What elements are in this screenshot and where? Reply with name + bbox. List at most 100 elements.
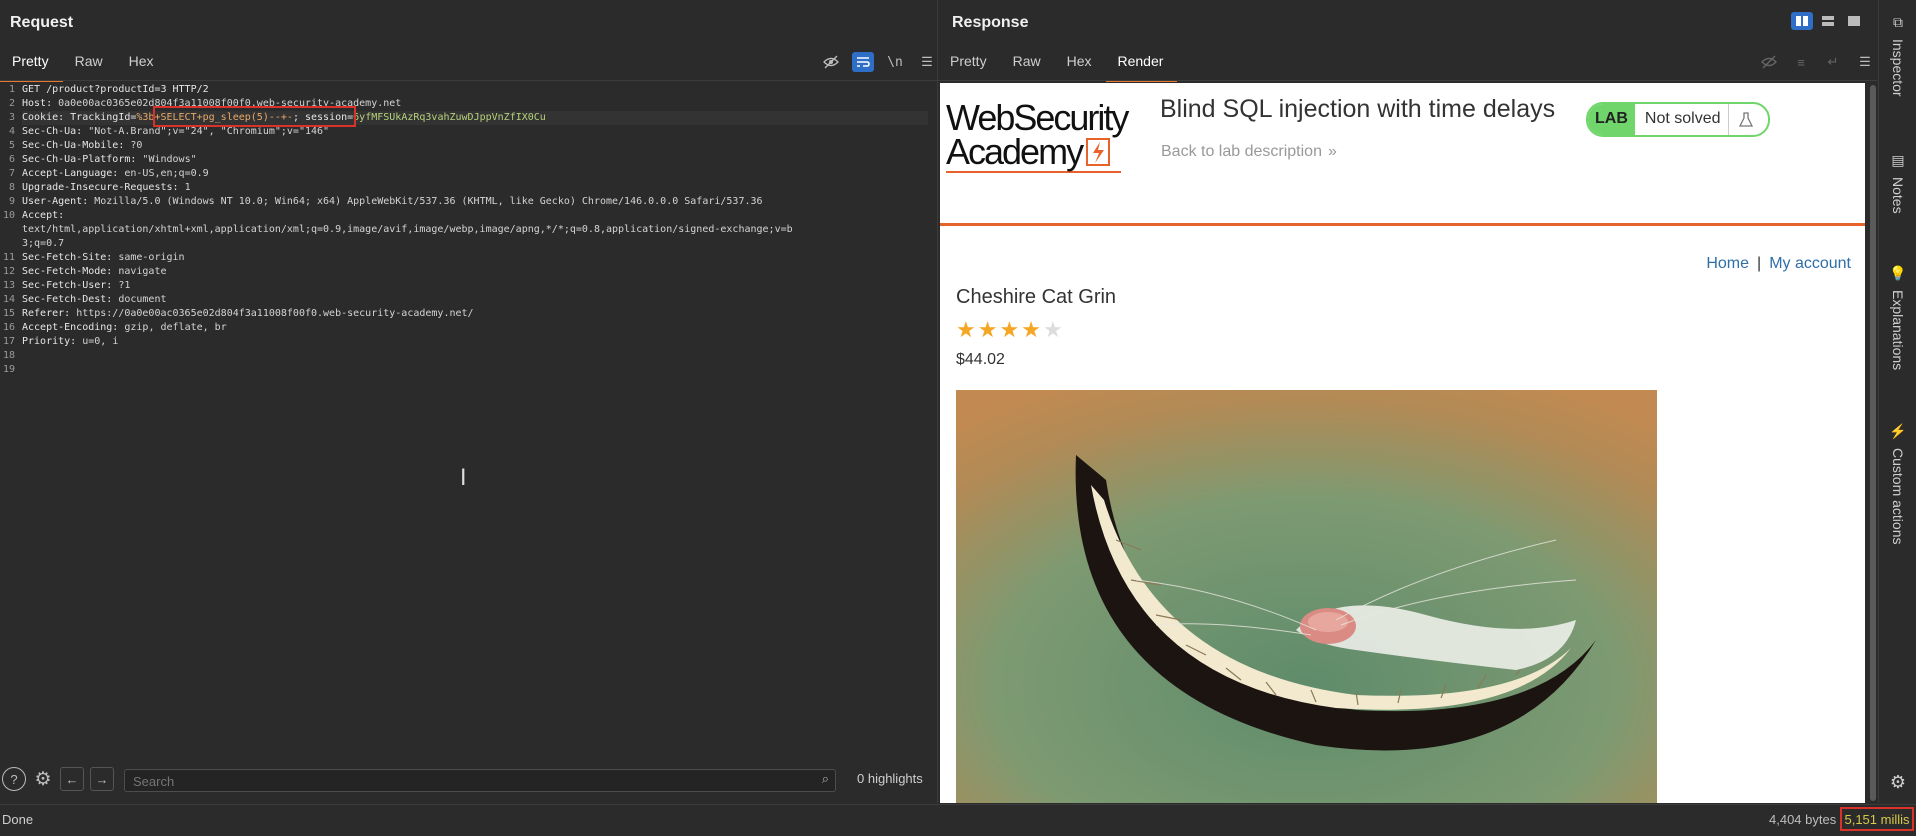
rendered-page: WebSecurity Academy Blind SQL injection …	[940, 83, 1865, 803]
back-arrow-icon[interactable]: ←	[60, 767, 84, 791]
wrap-lines-icon[interactable]	[852, 52, 874, 72]
response-time-box: 5,151 millis	[1840, 807, 1914, 831]
sidebar-item-label: Explanations	[1890, 290, 1906, 371]
newline-toggle-icon[interactable]: ↵	[1822, 52, 1844, 72]
logo-line-1: WebSecurity	[946, 97, 1129, 138]
product-rating: ★★★★★	[956, 317, 1065, 343]
code-token: GET /product?productId=3 HTTP/2	[22, 84, 209, 95]
code-line[interactable]: Sec-Ch-Ua-Platform: "Windows"	[22, 153, 928, 167]
code-line[interactable]: Upgrade-Insecure-Requests: 1	[22, 181, 928, 195]
response-time: 5,151 millis	[1844, 811, 1910, 827]
line-number: 13	[2, 280, 15, 291]
lightbulb-icon: 💡	[1889, 265, 1907, 281]
tab-render[interactable]: Render	[1105, 50, 1178, 82]
code-token: Sec-Fetch-Site:	[22, 252, 119, 263]
code-line[interactable]: Sec-Fetch-User: ?1	[22, 279, 928, 293]
highlights-count: 0 highlights	[857, 771, 923, 786]
sidebar-item-inspector[interactable]: ⧉ Inspector	[1879, 14, 1916, 97]
code-token: text/html,application/xhtml+xml,applicat…	[22, 224, 793, 235]
line-number: 17	[2, 336, 15, 347]
code-line[interactable]: Sec-Fetch-Dest: document	[22, 293, 928, 307]
hide-eye-icon[interactable]	[820, 52, 842, 72]
code-line[interactable]: Sec-Fetch-Site: same-origin	[22, 251, 928, 265]
code-line[interactable]: Sec-Ch-Ua-Mobile: ?0	[22, 139, 928, 153]
code-line[interactable]: Accept:	[22, 209, 928, 223]
newline-toggle-icon[interactable]: \n	[884, 52, 906, 72]
search-icon[interactable]: ⌕	[822, 771, 829, 787]
sidebar-item-notes[interactable]: ▤ Notes	[1879, 152, 1916, 214]
sidebar-item-label: Inspector	[1890, 39, 1906, 97]
line-number	[0, 223, 15, 237]
code-token: Upgrade-Insecure-Requests:	[22, 182, 185, 193]
menu-icon[interactable]: ☰	[916, 52, 938, 72]
single-view-icon[interactable]	[1843, 12, 1865, 30]
back-to-lab-link[interactable]: Back to lab description »	[1161, 143, 1337, 161]
sidebar-settings-gear-icon[interactable]: ⚙	[1879, 772, 1916, 793]
code-line[interactable]: GET /product?productId=3 HTTP/2	[22, 83, 928, 97]
code-token: Host:	[22, 98, 59, 109]
code-token: Accept-Language:	[22, 168, 125, 179]
line-number: 7	[8, 168, 15, 179]
code-line[interactable]	[22, 363, 928, 377]
menu-icon[interactable]: ☰	[1854, 52, 1876, 72]
tab-hex[interactable]: Hex	[117, 50, 168, 80]
tab-pretty[interactable]: Pretty	[938, 50, 1001, 80]
code-line[interactable]: Sec-Ch-Ua: "Not-A.Brand";v="24", "Chromi…	[22, 125, 928, 139]
line-number: 14	[2, 294, 15, 305]
line-number: 5	[8, 140, 15, 151]
code-token: gzip, deflate, br	[124, 322, 227, 333]
request-toolbar: \n ☰	[820, 52, 938, 72]
star-filled-icon: ★	[977, 317, 1000, 342]
forward-arrow-icon[interactable]: →	[90, 767, 114, 791]
tab-pretty[interactable]: Pretty	[0, 50, 63, 82]
back-link-label: Back to lab description	[1161, 143, 1322, 160]
web-security-academy-logo: WebSecurity Academy	[946, 97, 1129, 173]
code-line[interactable]: 3;q=0.7	[22, 237, 928, 251]
code-token: "Not-A.Brand";v="24", "Chromium";v="146"	[88, 126, 330, 137]
tab-raw[interactable]: Raw	[1001, 50, 1055, 80]
line-number: 9	[8, 196, 15, 207]
text-cursor-icon: I	[460, 466, 467, 491]
code-token: 1	[184, 182, 191, 193]
sidebar-item-label: Notes	[1890, 177, 1906, 214]
code-line[interactable]: User-Agent: Mozilla/5.0 (Windows NT 10.0…	[22, 195, 928, 209]
response-tabs: Pretty Raw Hex Render	[938, 50, 1178, 82]
settings-gear-icon[interactable]: ⚙	[32, 769, 54, 790]
hide-eye-icon[interactable]	[1758, 52, 1780, 72]
search-input[interactable]	[131, 773, 795, 790]
request-title: Request	[10, 14, 74, 31]
nav-home-link[interactable]: Home	[1706, 255, 1749, 273]
tab-hex[interactable]: Hex	[1055, 50, 1106, 80]
wrap-lines-icon[interactable]: ≡	[1790, 52, 1812, 72]
code-token: ?1	[118, 280, 131, 291]
split-horizontal-icon[interactable]	[1791, 12, 1813, 30]
split-vertical-icon[interactable]	[1817, 12, 1839, 30]
search-field: ⌕	[124, 769, 836, 792]
help-icon[interactable]: ?	[2, 767, 26, 791]
sidebar-item-explanations[interactable]: 💡 Explanations	[1879, 265, 1916, 370]
request-code[interactable]: GET /product?productId=3 HTTP/2 Host: 0a0…	[22, 83, 928, 377]
star-filled-icon: ★	[956, 317, 978, 342]
tab-raw[interactable]: Raw	[63, 50, 117, 80]
status-bar: Done 4,404 bytes 5,151 millis	[0, 804, 1916, 836]
render-scrollbar[interactable]	[1870, 85, 1876, 801]
code-line[interactable]: text/html,application/xhtml+xml,applicat…	[22, 223, 928, 237]
code-line[interactable]: Referer: https://0a0e00ac0365e02d804f3a1…	[22, 307, 928, 321]
code-token: Sec-Fetch-User:	[22, 280, 119, 291]
sidebar-item-custom-actions[interactable]: ⚡ Custom actions	[1879, 423, 1916, 544]
code-line[interactable]: Accept-Encoding: gzip, deflate, br	[22, 321, 928, 335]
code-token: Mozilla/5.0 (Windows NT 10.0; Win64; x64…	[94, 196, 763, 207]
code-token: "Windows"	[142, 154, 197, 165]
request-editor[interactable]: 1 2 3 4 5 6 7 8 9 10 11 12 13 14 15 16 17 18 19 GET /produ…	[0, 83, 930, 755]
line-number: 12	[2, 266, 15, 277]
code-line[interactable]: Accept-Language: en-US,en;q=0.9	[22, 167, 928, 181]
code-line[interactable]: Priority: u=0, i	[22, 335, 928, 349]
nav-my-account-link[interactable]: My account	[1769, 255, 1851, 273]
code-line[interactable]: Sec-Fetch-Mode: navigate	[22, 265, 928, 279]
code-line[interactable]	[22, 349, 928, 363]
response-size: 4,404 bytes	[1769, 812, 1837, 827]
header-rule	[940, 223, 1865, 226]
layout-toggle	[1791, 12, 1865, 30]
code-token: 6yfMFSUkAzRq3vahZuwDJppVnZfIX0Cu	[353, 112, 546, 123]
code-token: Sec-Fetch-Dest:	[22, 294, 119, 305]
